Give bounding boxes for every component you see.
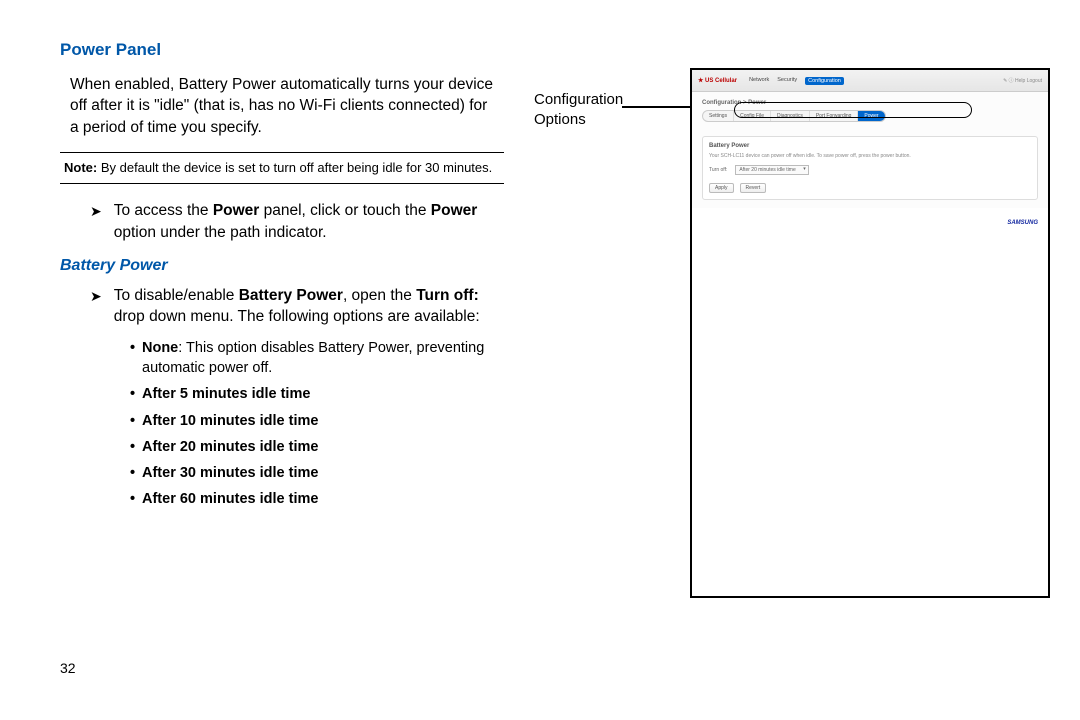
- instruction-2-bold1: Battery Power: [239, 287, 343, 304]
- note-box: Note: By default the device is set to tu…: [60, 152, 504, 184]
- ss-turnoff-label: Turn off:: [709, 167, 727, 173]
- instruction-2-mid: , open the: [343, 287, 416, 304]
- ss-breadcrumb: Configuration > Power: [702, 100, 1038, 106]
- ss-panel-title: Battery Power: [709, 143, 1031, 149]
- note-text: By default the device is set to turn off…: [97, 160, 492, 175]
- intro-paragraph: When enabled, Battery Power automaticall…: [70, 74, 494, 138]
- option-10min: After 10 minutes idle time: [130, 411, 504, 431]
- ss-apply-button[interactable]: Apply: [709, 183, 734, 193]
- callout-label: Configuration Options: [534, 90, 626, 129]
- ss-panel-desc: Your SCH-LC11 device can power off when …: [709, 153, 1031, 159]
- ss-nav-configuration[interactable]: Configuration: [805, 77, 844, 85]
- option-30min: After 30 minutes idle time: [130, 463, 504, 483]
- section-heading: Power Panel: [60, 40, 504, 60]
- ss-tab-settings[interactable]: Settings: [703, 111, 734, 121]
- ss-header-right[interactable]: ✎ ⓘ Help Logout: [1003, 77, 1042, 84]
- instruction-1-bold1: Power: [213, 202, 260, 219]
- instruction-1-post: option under the path indicator.: [114, 224, 327, 241]
- callout-leader-line: [622, 106, 692, 108]
- note-label: Note:: [64, 160, 97, 175]
- option-none: None: This option disables Battery Power…: [130, 338, 504, 379]
- instruction-1-bold2: Power: [431, 202, 478, 219]
- subsection-heading: Battery Power: [60, 257, 504, 275]
- options-list: None: This option disables Battery Power…: [130, 338, 504, 510]
- instruction-2-post: drop down menu. The following options ar…: [114, 308, 480, 325]
- option-20min: After 20 minutes idle time: [130, 437, 504, 457]
- instruction-item-2: ➤ To disable/enable Battery Power, open …: [90, 285, 504, 328]
- arrow-icon: ➤: [90, 285, 102, 328]
- ss-tab-portfwd[interactable]: Port Forwarding: [810, 111, 859, 121]
- option-5min: After 5 minutes idle time: [130, 384, 504, 404]
- ss-battery-panel: Battery Power Your SCH-LC11 device can p…: [702, 136, 1038, 200]
- ss-carrier-logo: ★ US Cellular: [698, 77, 737, 84]
- ss-tab-diagnostics[interactable]: Diagnostics: [771, 111, 810, 121]
- ss-nav-network[interactable]: Network: [749, 77, 769, 85]
- option-60min: After 60 minutes idle time: [130, 489, 504, 509]
- ss-turnoff-select[interactable]: After 20 minutes idle time: [735, 165, 808, 175]
- ss-nav-security[interactable]: Security: [777, 77, 797, 85]
- instruction-item-1: ➤ To access the Power panel, click or to…: [90, 200, 504, 243]
- arrow-icon: ➤: [90, 200, 102, 243]
- ss-brand-logo: SAMSUNG: [1007, 220, 1038, 226]
- ss-revert-button[interactable]: Revert: [740, 183, 767, 193]
- ss-header: ★ US Cellular Network Security Configura…: [692, 70, 1048, 92]
- instruction-1-mid: panel, click or touch the: [259, 202, 430, 219]
- ss-tab-bar: Settings Config File Diagnostics Port Fo…: [702, 110, 886, 122]
- instruction-2-bold2: Turn off:: [416, 287, 479, 304]
- instruction-1-pre: To access the: [114, 202, 213, 219]
- option-none-text: : This option disables Battery Power, pr…: [142, 340, 484, 376]
- instruction-2-pre: To disable/enable: [114, 287, 239, 304]
- ss-tab-power[interactable]: Power: [858, 111, 884, 121]
- option-none-label: None: [142, 340, 178, 356]
- page-number: 32: [60, 660, 76, 676]
- ss-tab-configfile[interactable]: Config File: [734, 111, 771, 121]
- device-screenshot: ★ US Cellular Network Security Configura…: [690, 68, 1050, 598]
